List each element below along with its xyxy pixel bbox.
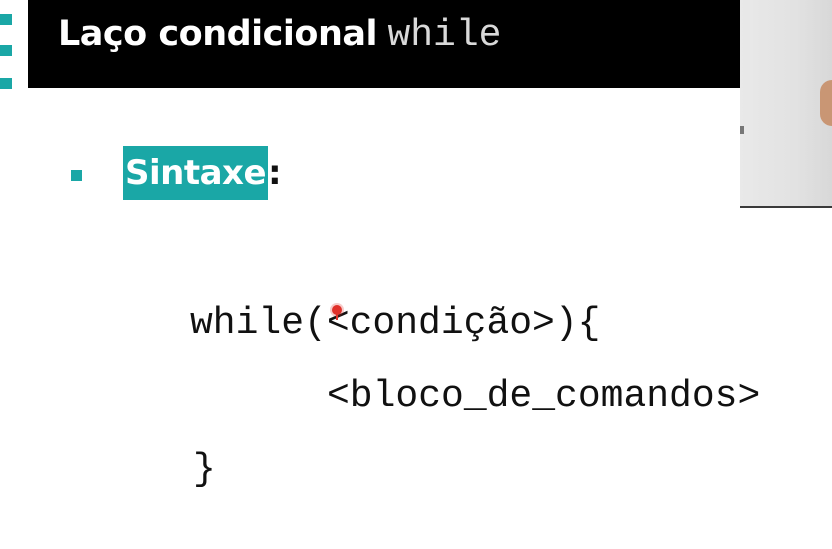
decor-dot — [0, 45, 12, 56]
slide-title-bar: Laço condicional while — [28, 0, 748, 88]
code-line: } — [193, 448, 216, 491]
code-line: <bloco_de_comandos> — [327, 375, 761, 418]
highlighted-label: Sintaxe — [123, 146, 269, 200]
code-line: while(<condição>){ — [190, 302, 601, 345]
decor-dot — [0, 78, 12, 89]
decor-dot — [0, 14, 12, 25]
slide-title: Laço condicional while — [58, 14, 501, 57]
presenter-hand — [820, 80, 832, 126]
bullet-item: Sintaxe : — [123, 146, 282, 200]
presenter-webcam — [740, 0, 832, 208]
laser-pointer-icon — [332, 305, 342, 320]
bullet-colon: : — [268, 153, 282, 193]
webcam-detail — [740, 126, 744, 134]
square-bullet-icon — [71, 170, 82, 181]
slide-title-text: Laço condicional — [58, 14, 377, 54]
slide-title-code: while — [387, 14, 502, 57]
side-decoration — [0, 0, 12, 95]
